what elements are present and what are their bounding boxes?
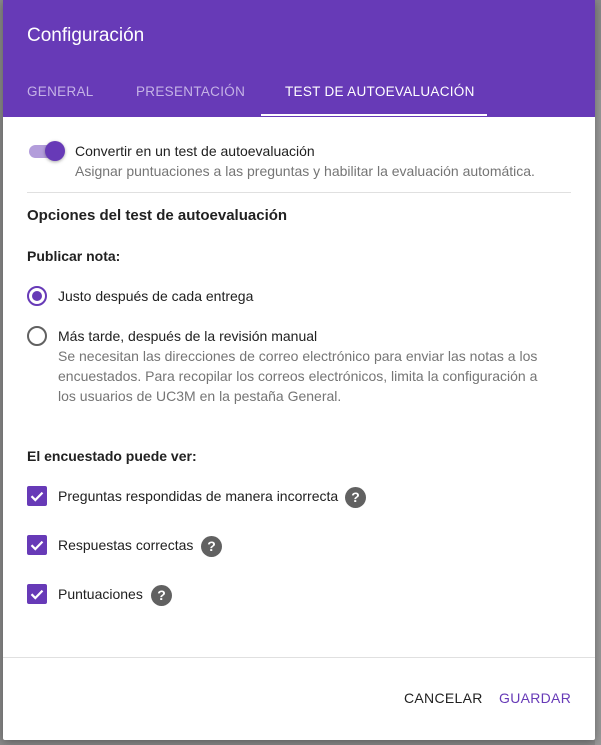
checkbox-missed-questions-label: Preguntas respondidas de manera incorrec… — [58, 488, 339, 504]
check-icon — [30, 540, 44, 551]
checkbox-point-values-label: Puntuaciones — [58, 586, 143, 602]
save-button[interactable]: GUARDAR — [499, 690, 571, 706]
section-title: Opciones del test de autoevaluación — [27, 207, 288, 224]
radio-immediately[interactable] — [27, 286, 47, 306]
help-icon[interactable]: ? — [151, 585, 172, 606]
cancel-button[interactable]: CANCELAR — [404, 690, 483, 706]
settings-dialog: Configuración GENERAL PRESENTACIÓN TEST … — [3, 0, 595, 740]
release-grade-heading: Publicar nota: — [27, 248, 121, 264]
quiz-toggle-description: Asignar puntuaciones a las preguntas y h… — [75, 163, 535, 179]
respondent-can-see-heading: El encuestado puede ver: — [27, 448, 197, 464]
toggle-thumb — [45, 141, 65, 161]
check-icon — [30, 491, 44, 502]
tab-bar: GENERAL PRESENTACIÓN TEST DE AUTOEVALUAC… — [3, 76, 595, 117]
footer-divider — [3, 657, 595, 658]
backdrop-edge — [595, 90, 601, 745]
active-tab-indicator — [261, 114, 487, 116]
checkbox-missed-questions[interactable] — [27, 486, 47, 506]
checkbox-correct-answers[interactable] — [27, 535, 47, 555]
section-divider — [27, 192, 571, 193]
check-icon — [30, 589, 44, 600]
checkbox-correct-answers-label: Respuestas correctas — [58, 537, 194, 553]
radio-later-label: Más tarde, después de la revisión manual — [58, 328, 318, 344]
dialog-header: Configuración GENERAL PRESENTACIÓN TEST … — [3, 0, 595, 117]
radio-selected-dot — [32, 291, 42, 301]
radio-later-manual-review[interactable] — [27, 326, 47, 346]
tab-presentation[interactable]: PRESENTACIÓN — [136, 84, 245, 99]
checkbox-point-values[interactable] — [27, 584, 47, 604]
dialog-title: Configuración — [27, 25, 145, 46]
radio-immediately-label: Justo después de cada entrega — [58, 288, 254, 304]
radio-later-note-line-3: los usuarios de UC3M en la pestaña Gener… — [58, 388, 342, 404]
help-icon[interactable]: ? — [345, 487, 366, 508]
quiz-toggle-label: Convertir en un test de autoevaluación — [75, 143, 315, 159]
help-icon[interactable]: ? — [201, 536, 222, 557]
quiz-toggle[interactable] — [27, 140, 67, 162]
tab-quiz[interactable]: TEST DE AUTOEVALUACIÓN — [285, 84, 475, 99]
radio-later-note-line-2: encuestados. Para recopilar los correos … — [58, 368, 538, 384]
radio-later-note-line-1: Se necesitan las direcciones de correo e… — [58, 348, 538, 364]
tab-general[interactable]: GENERAL — [27, 84, 94, 99]
